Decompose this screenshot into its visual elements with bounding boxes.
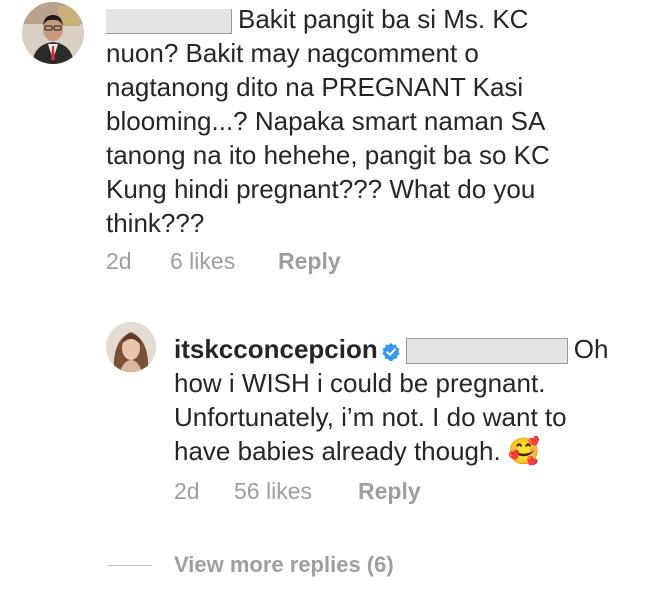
divider bbox=[108, 564, 152, 566]
avatar-image bbox=[106, 322, 156, 372]
comment-line: how i WISH i could be pregnant. bbox=[174, 368, 546, 398]
comment-line: blooming...? Napaka smart naman SA bbox=[106, 106, 546, 136]
comment-line: nagtanong dito na PREGNANT Kasi bbox=[106, 72, 524, 102]
comment-timestamp[interactable]: 2d bbox=[106, 248, 132, 275]
reply-body: itskcconcepcion Oh how i WISH i could be … bbox=[174, 332, 644, 468]
commenter-avatar[interactable] bbox=[22, 2, 84, 64]
reply-username[interactable]: itskcconcepcion bbox=[174, 334, 378, 364]
comment-timestamp[interactable]: 2d bbox=[174, 478, 200, 505]
reply-avatar[interactable] bbox=[106, 322, 156, 372]
redacted-username bbox=[106, 9, 232, 34]
comment-line: think??? bbox=[106, 208, 205, 238]
comment-line: Kung hindi pregnant??? What do you bbox=[106, 174, 536, 204]
redacted-mention bbox=[405, 338, 568, 364]
comment-body: Bakit pangit ba si Ms. KC nuon? Bakit ma… bbox=[106, 2, 636, 240]
view-more-replies-button[interactable]: View more replies (6) bbox=[108, 550, 394, 580]
comment-line: itskcconcepcion Oh bbox=[174, 334, 609, 364]
comment-line: Unfortunately, i’m not. I do want to bbox=[174, 402, 567, 432]
comment-line: have babies already though. 🥰 bbox=[174, 436, 541, 466]
likes-count[interactable]: 56 likes bbox=[234, 478, 312, 505]
comment-line: nuon? Bakit may nagcomment o bbox=[106, 38, 479, 68]
view-more-label: View more replies (6) bbox=[174, 552, 394, 577]
comment-line: Bakit pangit ba si Ms. KC bbox=[106, 2, 636, 36]
reply-button[interactable]: Reply bbox=[358, 478, 421, 505]
comment-line: tanong na ito hehehe, pangit ba so KC bbox=[106, 140, 550, 170]
likes-count[interactable]: 6 likes bbox=[170, 248, 235, 275]
verified-badge-icon bbox=[382, 343, 400, 361]
avatar-image bbox=[22, 2, 84, 64]
reply-button[interactable]: Reply bbox=[278, 248, 341, 275]
